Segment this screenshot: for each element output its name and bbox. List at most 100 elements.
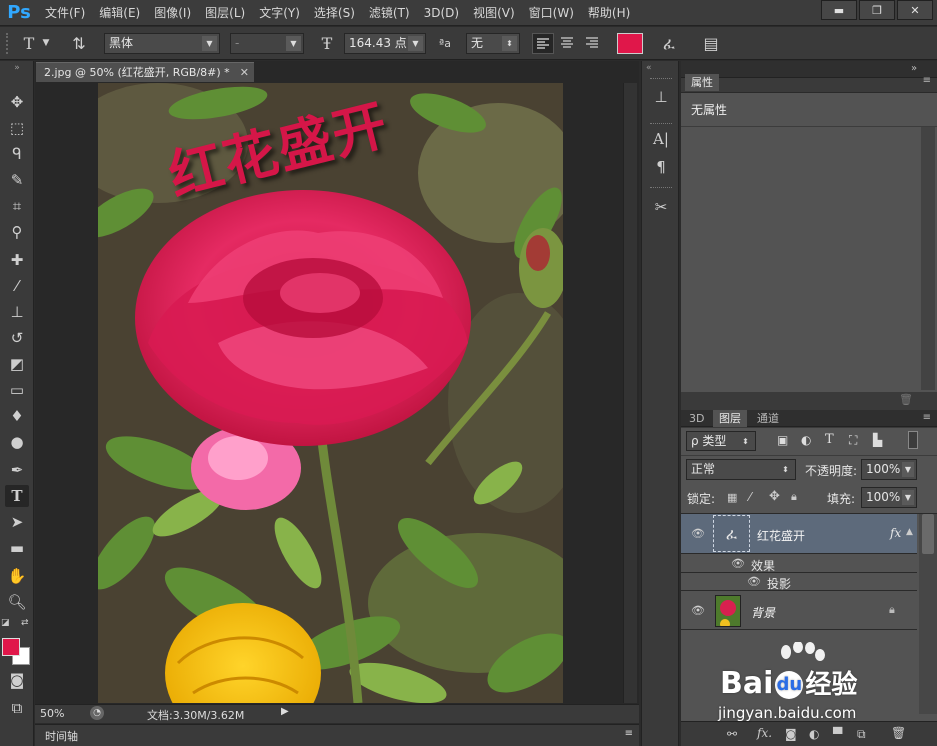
- play-icon[interactable]: ▶: [281, 706, 289, 717]
- text-orientation-icon[interactable]: ⇅: [68, 33, 90, 54]
- minimize-button[interactable]: ▬: [821, 0, 857, 20]
- font-family-select[interactable]: 黑体 ▼: [104, 33, 220, 54]
- foreground-color-swatch[interactable]: [2, 638, 20, 656]
- menu-file[interactable]: 文件(F): [38, 0, 92, 26]
- menu-select[interactable]: 选择(S): [307, 0, 362, 26]
- rectangle-tool-icon[interactable]: ▬: [5, 537, 29, 559]
- blur-tool-icon[interactable]: ♦: [5, 405, 29, 427]
- tab-3d[interactable]: 3D: [683, 410, 710, 427]
- brush-tool-icon[interactable]: ⁄: [5, 275, 29, 297]
- align-right-button[interactable]: [582, 33, 604, 54]
- timeline-tab[interactable]: 时间轴: [45, 728, 78, 744]
- quick-selection-tool-icon[interactable]: ✎: [5, 169, 29, 191]
- tab-channels[interactable]: 通道: [751, 410, 785, 427]
- expand-icon[interactable]: «: [646, 63, 652, 73]
- visibility-eye-icon[interactable]: 👁︎: [747, 575, 761, 589]
- trash-icon[interactable]: 🗑︎: [899, 393, 913, 407]
- add-mask-icon[interactable]: ◙: [785, 727, 797, 741]
- layer-effects-row[interactable]: 👁︎ 效果: [681, 555, 917, 573]
- dodge-tool-icon[interactable]: ●: [5, 431, 29, 453]
- zoom-tool-icon[interactable]: 🔍︎: [5, 591, 29, 613]
- new-group-icon[interactable]: ▀: [833, 727, 842, 741]
- quick-mask-icon[interactable]: ◙: [5, 669, 29, 691]
- screen-mode-icon[interactable]: ⧉: [5, 697, 29, 719]
- layers-scrollbar[interactable]: [919, 514, 937, 714]
- document-size[interactable]: 文档:3.30M/3.62M: [147, 707, 244, 723]
- visibility-eye-icon[interactable]: 👁︎: [691, 527, 705, 541]
- character-panel-toggle-icon[interactable]: ▤: [700, 33, 722, 54]
- close-button[interactable]: ✕: [897, 0, 933, 20]
- layer-name[interactable]: 红花盛开: [757, 527, 805, 544]
- menu-3d[interactable]: 3D(D): [417, 0, 466, 26]
- chevron-down-icon[interactable]: ▼: [40, 33, 52, 54]
- character-panel-icon[interactable]: A|: [650, 128, 672, 150]
- adjustment-layer-icon[interactable]: ◐: [809, 727, 819, 741]
- filter-adjustment-icon[interactable]: ◐: [801, 433, 811, 447]
- pen-tool-icon[interactable]: ✒: [5, 459, 29, 481]
- opacity-input[interactable]: 100% ▼: [861, 459, 917, 480]
- layer-effect-drop-shadow[interactable]: 👁︎ 投影: [681, 573, 917, 591]
- default-colors-icon[interactable]: ◪: [1, 618, 11, 628]
- layer-fx-icon[interactable]: fx: [890, 526, 901, 540]
- eyedropper-tool-icon[interactable]: ⚲: [5, 221, 29, 243]
- layer-row-background[interactable]: 👁︎ 背景 🔒︎: [681, 592, 917, 630]
- panel-menu-icon[interactable]: ≡: [625, 728, 633, 739]
- type-tool-icon[interactable]: T: [5, 485, 29, 507]
- link-layers-icon[interactable]: ⚯: [727, 727, 737, 741]
- visibility-eye-icon[interactable]: 👁︎: [731, 557, 745, 571]
- filter-smart-object-icon[interactable]: ▙: [873, 433, 882, 447]
- layer-filter-select[interactable]: ρ 类型 ⬍: [686, 431, 756, 451]
- menu-view[interactable]: 视图(V): [466, 0, 522, 26]
- status-info-icon[interactable]: ◔: [90, 706, 104, 720]
- gradient-tool-icon[interactable]: ▭: [5, 379, 29, 401]
- expand-effects-icon[interactable]: ▲: [906, 527, 913, 537]
- align-center-button[interactable]: [557, 33, 579, 54]
- warp-text-icon[interactable]: ፈ: [658, 33, 680, 54]
- delete-layer-icon[interactable]: 🗑︎: [891, 726, 906, 740]
- filter-toggle-icon[interactable]: [908, 431, 918, 449]
- lock-transparent-icon[interactable]: ▦: [727, 491, 737, 504]
- healing-brush-tool-icon[interactable]: ✚: [5, 249, 29, 271]
- menu-image[interactable]: 图像(I): [147, 0, 198, 26]
- vertical-scrollbar[interactable]: [623, 83, 637, 703]
- menu-filter[interactable]: 滤镜(T): [362, 0, 417, 26]
- font-size-select[interactable]: 164.43 点 ▼: [344, 33, 426, 54]
- blend-mode-select[interactable]: 正常 ⬍: [686, 459, 796, 480]
- type-tool-preset-icon[interactable]: T: [18, 33, 40, 54]
- lock-image-icon[interactable]: ⁄: [749, 490, 751, 504]
- tool-presets-icon[interactable]: ⊥: [650, 86, 672, 108]
- collapse-icon[interactable]: »: [911, 63, 917, 74]
- clone-stamp-tool-icon[interactable]: ⊥: [5, 301, 29, 323]
- lock-position-icon[interactable]: ✥: [769, 489, 780, 504]
- move-tool-icon[interactable]: ✥: [5, 91, 29, 113]
- panel-menu-icon[interactable]: ≡: [923, 412, 931, 423]
- marquee-tool-icon[interactable]: ⬚: [5, 117, 29, 139]
- tools-icon[interactable]: ✂: [650, 196, 672, 218]
- path-selection-tool-icon[interactable]: ➤: [5, 511, 29, 533]
- canvas[interactable]: 红花盛开: [98, 83, 563, 703]
- visibility-eye-icon[interactable]: 👁︎: [691, 604, 705, 618]
- tab-layers[interactable]: 图层: [713, 410, 747, 427]
- panel-menu-icon[interactable]: ≡: [923, 75, 931, 86]
- zoom-level[interactable]: 50%: [40, 707, 64, 720]
- collapse-icon[interactable]: »: [5, 63, 29, 73]
- lock-all-icon[interactable]: 🔒︎: [791, 490, 797, 504]
- properties-scrollbar[interactable]: [921, 127, 935, 390]
- fill-input[interactable]: 100% ▼: [861, 487, 917, 508]
- add-layer-style-icon[interactable]: fx.: [757, 726, 772, 740]
- history-brush-tool-icon[interactable]: ↺: [5, 327, 29, 349]
- lasso-tool-icon[interactable]: ᑫ: [5, 143, 29, 165]
- menu-type[interactable]: 文字(Y): [252, 0, 307, 26]
- paragraph-panel-icon[interactable]: ¶: [650, 156, 672, 178]
- layer-name[interactable]: 背景: [751, 604, 775, 621]
- tab-properties[interactable]: 属性: [685, 74, 719, 91]
- menu-layer[interactable]: 图层(L): [198, 0, 252, 26]
- eraser-tool-icon[interactable]: ◩: [5, 353, 29, 375]
- crop-tool-icon[interactable]: ⌗: [5, 195, 29, 217]
- hand-tool-icon[interactable]: ✋: [5, 565, 29, 587]
- swap-colors-icon[interactable]: ⇄: [21, 618, 31, 628]
- menu-edit[interactable]: 编辑(E): [92, 0, 147, 26]
- filter-type-icon[interactable]: T: [825, 432, 834, 447]
- dock-grip[interactable]: [650, 187, 672, 190]
- scrollbar-thumb[interactable]: [922, 514, 934, 554]
